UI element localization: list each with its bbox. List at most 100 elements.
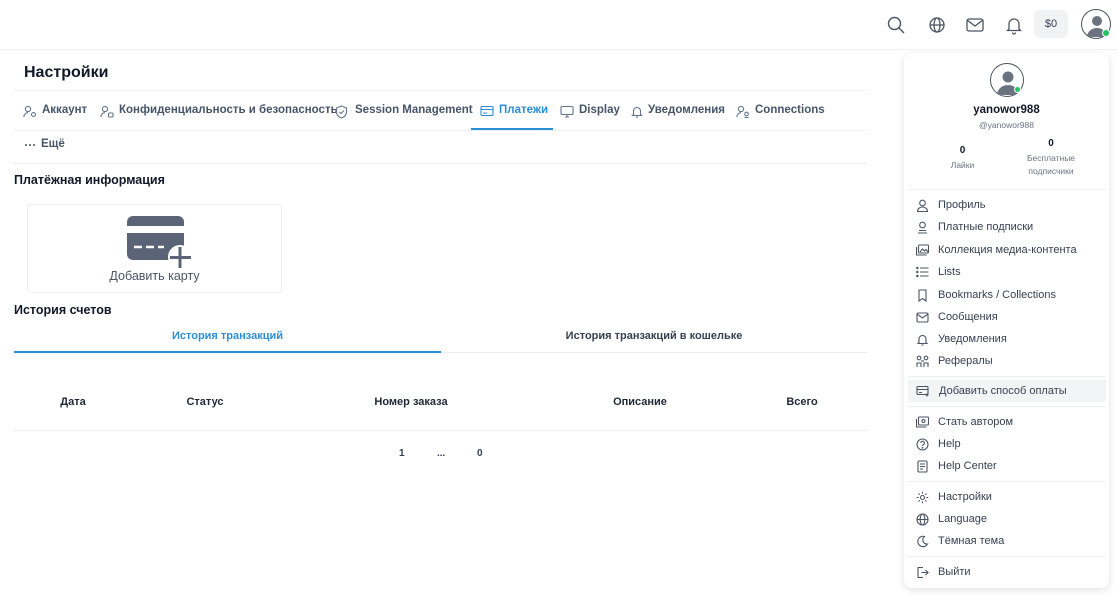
tab-transaction-history[interactable]: История транзакций	[14, 330, 441, 342]
payment-card-icon	[480, 105, 494, 117]
tab-payments[interactable]: Платежи	[480, 104, 548, 130]
tab-label: Ещё	[41, 138, 65, 150]
divider	[908, 406, 1105, 407]
menu-item-label: Тёмная тема	[938, 535, 1005, 547]
menu-item-label: Lists	[938, 266, 961, 278]
billing-history-title: История счетов	[14, 303, 112, 317]
mail-icon[interactable]	[962, 12, 988, 38]
tab-display[interactable]: Display	[560, 104, 620, 130]
bell-icon	[631, 106, 643, 118]
divider	[14, 90, 867, 91]
balance-button[interactable]: $0	[1034, 10, 1068, 38]
menu-item-media-collection[interactable]: Коллекция медиа-контента	[908, 239, 1106, 261]
dots-icon	[25, 144, 35, 146]
column-total: Всего	[786, 396, 818, 408]
menu-item-lists[interactable]: Lists	[908, 261, 1106, 283]
divider	[908, 189, 1105, 190]
menu-item-label: Рефералы	[938, 355, 993, 367]
menu-item-settings[interactable]: Настройки	[908, 486, 1106, 508]
tab-more[interactable]: Ещё	[24, 138, 65, 164]
column-order-number: Номер заказа	[374, 396, 448, 408]
page-link-last[interactable]: 0	[477, 448, 483, 459]
menu-item-bookmarks[interactable]: Bookmarks / Collections	[908, 284, 1106, 306]
menu-item-notifications[interactable]: Уведомления	[908, 328, 1106, 350]
divider	[908, 481, 1105, 482]
menu-item-help[interactable]: Help	[908, 433, 1106, 455]
likes-count: 0	[959, 145, 966, 156]
free-subscribers-label: Бесплатные подписчики	[1026, 153, 1076, 176]
add-card-button[interactable]: Добавить карту	[27, 204, 282, 293]
monitor-icon	[560, 105, 574, 118]
tab-label: Уведомления	[648, 104, 725, 116]
menu-item-dark-theme[interactable]: Тёмная тема	[908, 530, 1106, 552]
divider	[14, 130, 867, 131]
tab-label: Display	[579, 104, 620, 116]
menu-item-label: Профиль	[938, 199, 986, 211]
tab-privacy[interactable]: Конфиденциальность и безопасность	[100, 104, 338, 130]
divider	[908, 376, 1105, 377]
tab-label: Аккаунт	[42, 104, 88, 116]
menu-item-label: Стать автором	[938, 416, 1014, 428]
active-subtab-indicator	[14, 351, 441, 353]
users-icon	[736, 105, 749, 118]
user-menu: yanowor988 @yanowor988 0 Лайки 0 Бесплат…	[904, 53, 1109, 588]
moon-icon	[917, 535, 929, 547]
menu-item-label: Bookmarks / Collections	[938, 289, 1056, 301]
likes-stat[interactable]: 0 Лайки	[934, 145, 991, 172]
menu-item-become-creator[interactable]: Стать автором	[908, 411, 1106, 433]
shield-icon	[335, 105, 348, 119]
tab-notifications[interactable]: Уведомления	[631, 104, 725, 130]
page-link-first[interactable]: 1	[399, 448, 405, 459]
menu-item-profile[interactable]: Профиль	[908, 194, 1106, 216]
menu-item-add-payment-method[interactable]: Добавить способ оплаты	[908, 380, 1106, 402]
menu-item-label: Платные подписки	[938, 221, 1034, 233]
column-description: Описание	[613, 396, 667, 408]
tab-account[interactable]: Аккаунт	[23, 104, 87, 130]
menu-item-label: Сообщения	[938, 311, 998, 323]
list-icon	[916, 266, 929, 278]
payment-info-title: Платёжная информация	[14, 173, 165, 187]
username[interactable]: yanowor988	[904, 104, 1109, 116]
online-status-dot	[1102, 29, 1110, 37]
gear-icon	[916, 491, 929, 503]
free-subscribers-count: 0	[1048, 138, 1054, 149]
user-lock-icon	[100, 105, 114, 118]
menu-item-label: Выйти	[938, 566, 971, 578]
user-icon	[916, 199, 929, 212]
card-add-icon	[127, 216, 192, 269]
menu-item-messages[interactable]: Сообщения	[908, 306, 1106, 328]
menu-item-referrals[interactable]: Рефералы	[908, 350, 1106, 372]
search-icon[interactable]	[883, 12, 909, 38]
tab-session-management[interactable]: Session Management	[335, 104, 473, 130]
tab-connections[interactable]: Connections	[736, 104, 825, 130]
free-subscribers-stat[interactable]: 0 Бесплатные подписчики	[1016, 138, 1086, 178]
user-badge-icon	[918, 221, 927, 234]
bookmark-icon	[918, 288, 927, 302]
menu-item-logout[interactable]: Выйти	[908, 561, 1106, 583]
menu-item-label: Настройки	[938, 491, 992, 503]
column-status: Статус	[186, 396, 224, 408]
online-status-dot	[1014, 86, 1021, 93]
menu-item-paid-subscriptions[interactable]: Платные подписки	[908, 216, 1106, 238]
bell-icon	[916, 334, 929, 346]
help-icon	[916, 437, 929, 451]
globe-icon	[916, 512, 929, 526]
menu-item-label: Уведомления	[938, 333, 1007, 345]
menu-item-label: Help Center	[938, 460, 997, 472]
media-icon	[916, 244, 929, 256]
bell-icon[interactable]	[1001, 12, 1027, 38]
tab-label: Конфиденциальность и безопасность	[119, 104, 338, 116]
menu-item-help-center[interactable]: Help Center	[908, 455, 1106, 477]
add-card-label: Добавить карту	[109, 269, 200, 283]
tab-wallet-transaction-history[interactable]: История транзакций в кошельке	[441, 330, 867, 342]
divider	[14, 430, 867, 431]
book-icon	[917, 459, 928, 473]
globe-icon[interactable]	[924, 12, 950, 38]
tab-label: Платежи	[499, 104, 549, 116]
logout-icon	[917, 566, 929, 578]
card-add-icon	[916, 385, 929, 397]
divider	[14, 163, 867, 164]
user-gear-icon	[23, 105, 37, 118]
menu-item-language[interactable]: Language	[908, 508, 1106, 530]
page-title: Настройки	[24, 64, 109, 81]
